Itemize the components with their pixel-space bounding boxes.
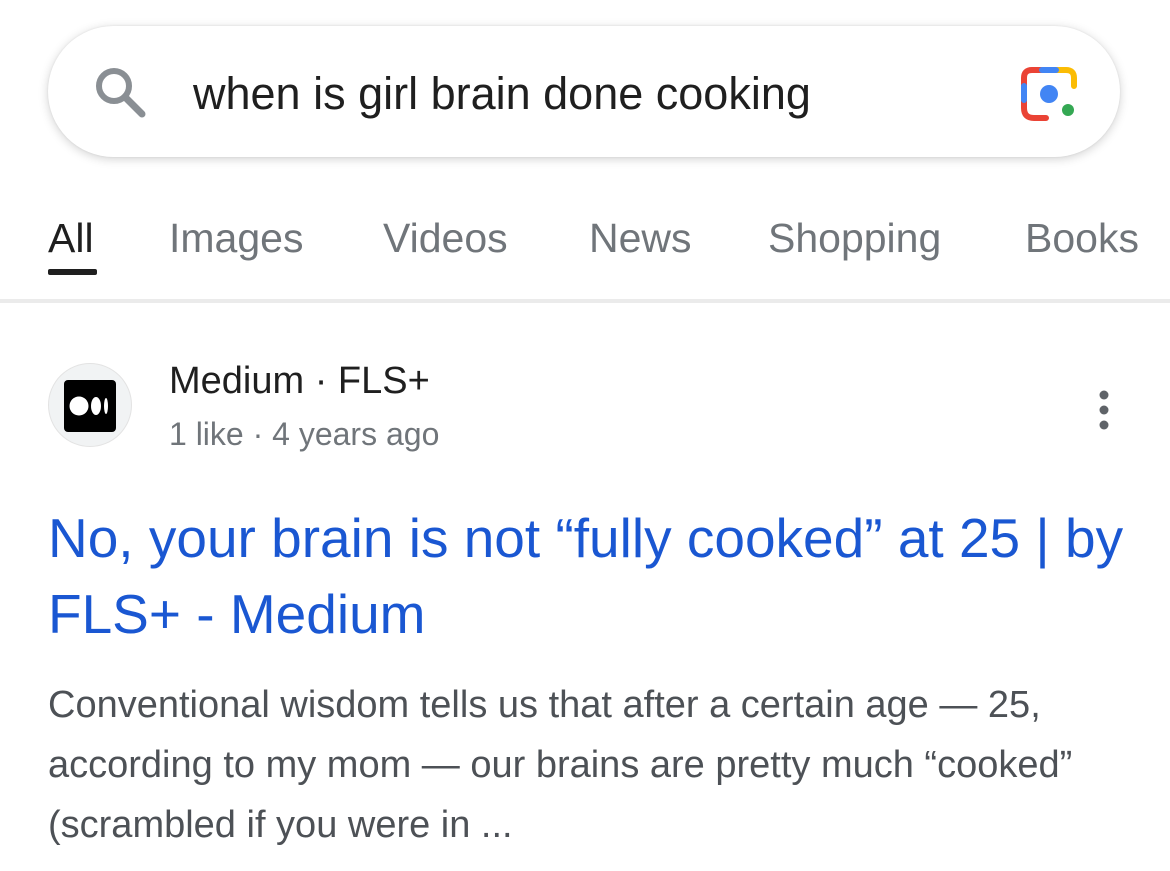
site-favicon[interactable] bbox=[48, 363, 132, 447]
result-snippet: Conventional wisdom tells us that after … bbox=[48, 684, 1073, 846]
result-meta: 1 like · 4 years ago bbox=[169, 416, 440, 452]
search-tabs: All Images Videos News Shopping Books bbox=[0, 205, 1170, 277]
tab-shopping[interactable]: Shopping bbox=[768, 213, 941, 263]
active-tab-indicator bbox=[48, 269, 97, 275]
medium-logo-icon bbox=[64, 380, 116, 432]
search-results-page: when is girl brain done cooking All Imag… bbox=[0, 0, 1170, 871]
search-icon[interactable] bbox=[92, 64, 148, 120]
tab-books[interactable]: Books bbox=[1025, 213, 1139, 263]
tabs-divider bbox=[0, 299, 1170, 303]
more-options-icon[interactable] bbox=[1088, 388, 1120, 432]
tab-all[interactable]: All bbox=[48, 213, 94, 263]
result-title-link[interactable]: No, your brain is not “fully cooked” at … bbox=[48, 500, 1128, 652]
tab-videos[interactable]: Videos bbox=[383, 213, 508, 263]
tab-news[interactable]: News bbox=[589, 213, 692, 263]
search-input[interactable]: when is girl brain done cooking bbox=[193, 66, 811, 122]
result-source[interactable]: Medium · FLS+ bbox=[169, 358, 430, 404]
google-lens-icon[interactable] bbox=[1020, 66, 1078, 122]
tab-images[interactable]: Images bbox=[169, 213, 303, 263]
